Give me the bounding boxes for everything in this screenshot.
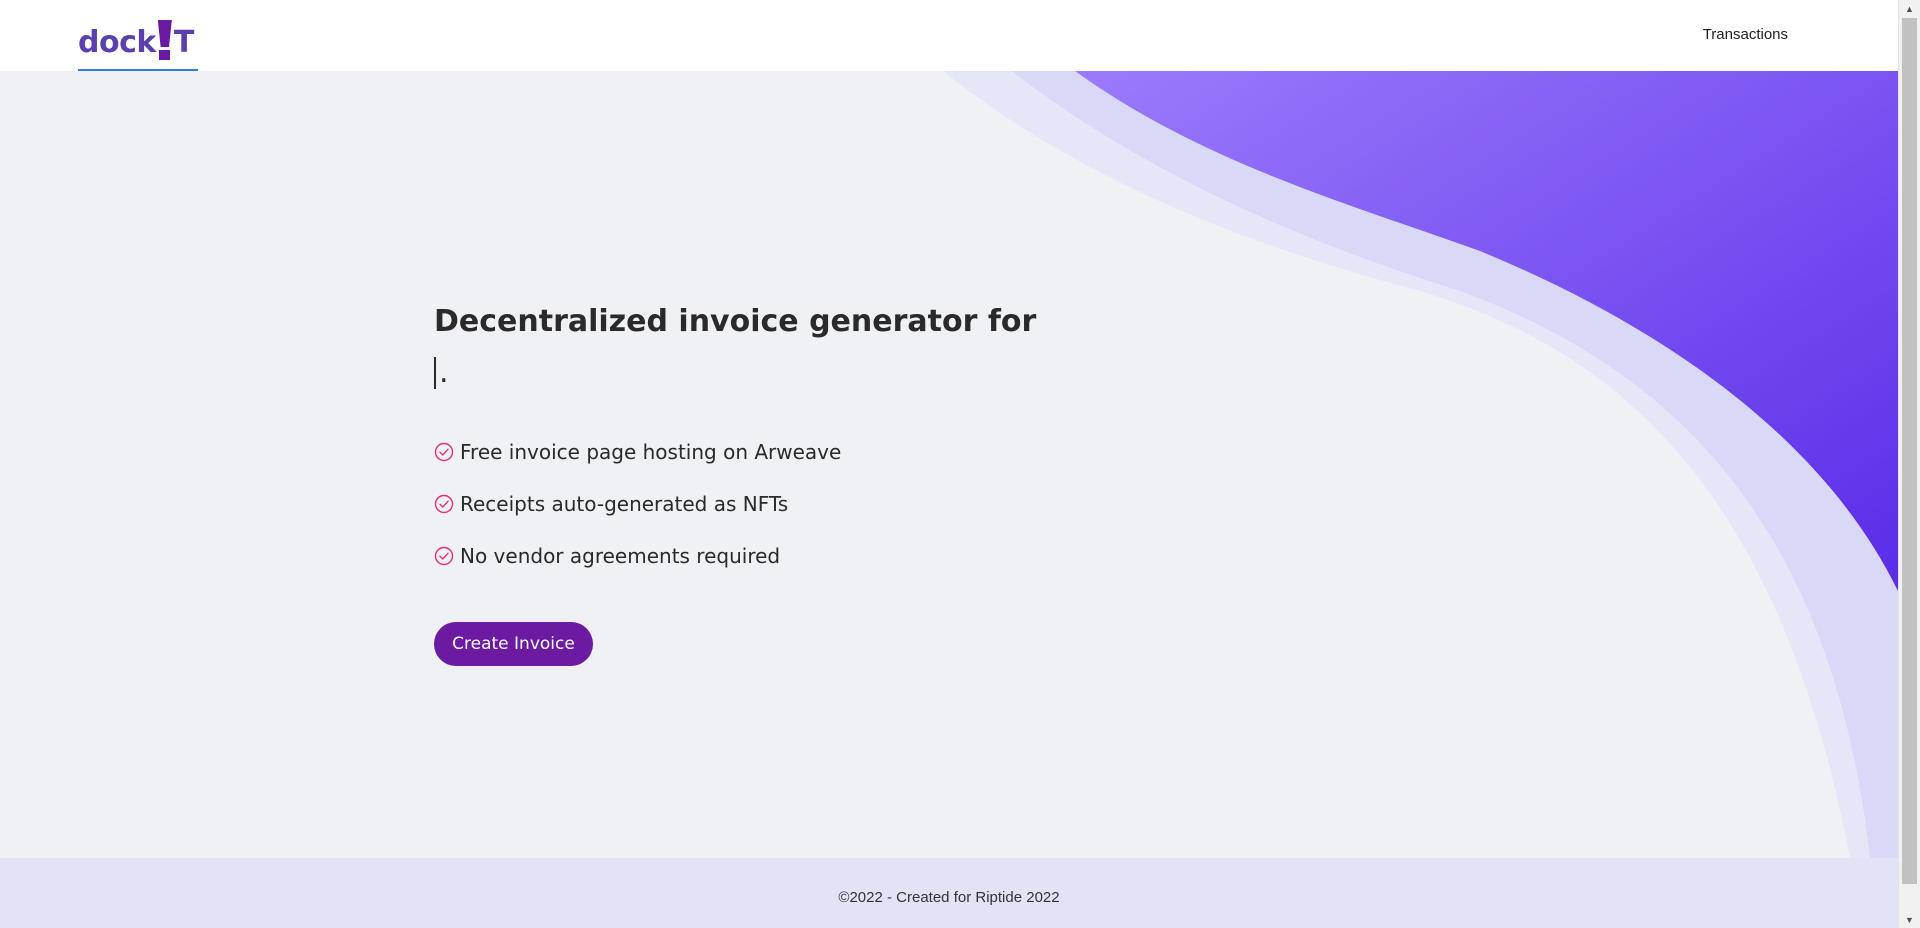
logo-suffix: T — [173, 25, 194, 60]
footer-copyright: ©2022 - Created for Riptide 2022 — [838, 888, 1060, 906]
check-circle-icon — [434, 442, 454, 462]
create-invoice-button[interactable]: Create Invoice — [434, 622, 593, 666]
vertical-scrollbar[interactable]: ▲ ▼ — [1898, 0, 1920, 928]
feature-item: No vendor agreements required — [434, 530, 1036, 582]
check-circle-icon — [434, 494, 454, 514]
text-cursor — [434, 357, 436, 389]
page: dock T Transactions Decentralized invoic… — [0, 0, 1920, 928]
typed-suffix: . — [439, 355, 449, 390]
active-indicator — [78, 69, 198, 71]
footer: ©2022 - Created for Riptide 2022 — [0, 858, 1898, 928]
logo-prefix: dock — [78, 25, 156, 60]
logo-exclamation-icon — [157, 20, 173, 60]
check-circle-icon — [434, 546, 454, 566]
scroll-thumb[interactable] — [1902, 18, 1917, 884]
feature-label: Free invoice page hosting on Arweave — [460, 440, 842, 464]
feature-item: Free invoice page hosting on Arweave — [434, 426, 1036, 478]
scroll-up-arrow-icon[interactable]: ▲ — [1899, 0, 1920, 17]
feature-list: Free invoice page hosting on Arweave Rec… — [434, 426, 1036, 582]
feature-label: Receipts auto-generated as NFTs — [460, 492, 789, 516]
typed-text: . — [434, 348, 1036, 398]
top-navbar: dock T Transactions — [0, 0, 1898, 71]
hero-section: Decentralized invoice generator for . Fr… — [434, 296, 1036, 666]
feature-label: No vendor agreements required — [460, 544, 781, 568]
scroll-down-arrow-icon[interactable]: ▼ — [1899, 911, 1920, 928]
hero-title: Decentralized invoice generator for — [434, 304, 1037, 339]
nav-transactions-link[interactable]: Transactions — [1703, 26, 1788, 43]
feature-item: Receipts auto-generated as NFTs — [434, 478, 1036, 530]
logo[interactable]: dock T — [78, 14, 198, 70]
